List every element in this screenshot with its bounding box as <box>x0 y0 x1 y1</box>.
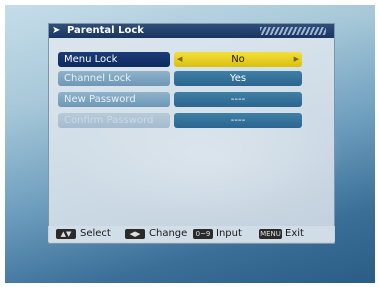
menu-lock-value[interactable]: ◀ No ▶ <box>174 52 302 67</box>
menu-row-confirm-password: Confirm Password ---- <box>58 113 330 128</box>
left-right-keys-icon: ◀▶ <box>125 229 145 239</box>
help-change-label: Change <box>149 228 188 239</box>
parental-lock-dialog: ➤ Parental Lock Menu Lock ◀ No ▶ Channel… <box>48 23 335 244</box>
title-stripes-decoration <box>260 27 326 35</box>
menu-lock-label: Menu Lock <box>58 52 170 67</box>
menu-key-icon: MENU <box>259 229 282 239</box>
help-exit-label: Exit <box>285 228 304 239</box>
numeric-keys-icon: 0~9 <box>193 229 213 239</box>
confirm-password-field: ---- <box>174 113 302 128</box>
triangle-left-icon[interactable]: ◀ <box>177 52 182 67</box>
confirm-password-label: Confirm Password <box>58 113 170 128</box>
menu-lock-value-text: No <box>231 54 245 65</box>
new-password-field[interactable]: ---- <box>174 92 302 107</box>
channel-lock-label: Channel Lock <box>58 71 170 86</box>
help-select-label: Select <box>80 228 111 239</box>
menu-row-channel-lock[interactable]: Channel Lock Yes <box>58 71 330 86</box>
new-password-label: New Password <box>58 92 170 107</box>
help-input-label: Input <box>216 228 242 239</box>
arrow-right-icon: ➤ <box>52 25 61 36</box>
up-down-keys-icon: ▲▼ <box>56 229 76 239</box>
dialog-titlebar: ➤ Parental Lock <box>49 24 334 38</box>
menu-row-menu-lock[interactable]: Menu Lock ◀ No ▶ <box>58 52 330 67</box>
help-bar: ▲▼ Select ◀▶ Change 0~9 Input MENU Exit <box>48 226 335 242</box>
menu-row-new-password[interactable]: New Password ---- <box>58 92 330 107</box>
dialog-title: Parental Lock <box>67 25 144 36</box>
channel-lock-value[interactable]: Yes <box>174 71 302 86</box>
triangle-right-icon[interactable]: ▶ <box>294 52 299 67</box>
